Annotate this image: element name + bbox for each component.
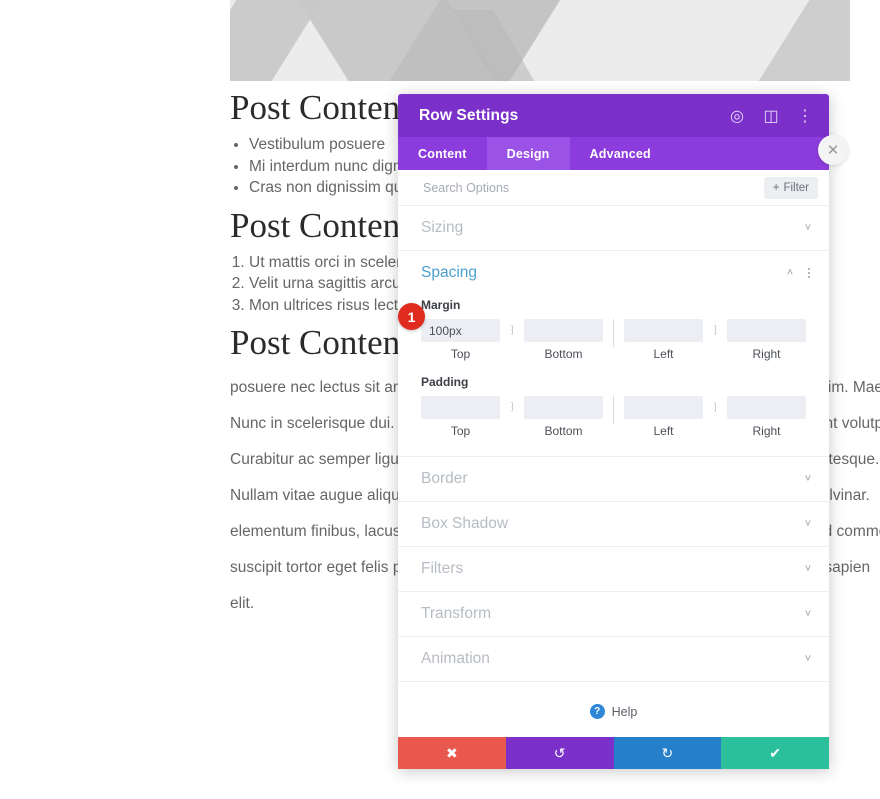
step-badge: 1 [398, 303, 425, 330]
section-border-label: Border [421, 470, 468, 487]
modal-header-icons: ◎ ◫ ⋮ [726, 105, 816, 127]
screen: Post Content Vestibulum posuere Mi inter… [0, 0, 880, 799]
modal-body: Sizing ˅ Spacing ˄ Margin 100px Top ⁆ Bo… [398, 206, 829, 737]
hero-placeholder-image [230, 0, 850, 81]
tab-design[interactable]: Design [486, 137, 570, 170]
margin-left-input[interactable] [624, 319, 703, 342]
link-toggle-icon[interactable]: ⁆ [703, 396, 727, 419]
padding-field-group: Top ⁆ Bottom Left ⁆ Right [421, 396, 806, 438]
padding-bottom-label: Bottom [544, 424, 583, 438]
field-divider [613, 319, 614, 347]
padding-left-label: Left [653, 424, 674, 438]
cancel-button[interactable]: ✖ [398, 737, 506, 769]
section-spacing-label: Spacing [421, 264, 478, 281]
spacing-fields: Margin Top ⁆ Bottom [398, 298, 829, 456]
section-animation-label: Animation [421, 650, 490, 667]
search-bar: + Filter [398, 170, 829, 206]
search-input[interactable] [421, 179, 764, 196]
chevron-down-icon[interactable]: ˅ [800, 563, 816, 575]
plus-icon: + [772, 181, 780, 194]
section-animation: Animation ˅ [398, 637, 829, 682]
section-sizing-header[interactable]: Sizing ˅ [398, 206, 829, 250]
padding-bottom-input[interactable] [524, 396, 603, 419]
padding-top-label: Top [450, 424, 471, 438]
padding-top-field-wrap: Top [421, 396, 500, 438]
link-toggle-icon[interactable]: ⁆ [500, 396, 524, 419]
margin-top-label: Top [450, 347, 471, 361]
section-spacing-header[interactable]: Spacing ˄ [398, 251, 829, 295]
padding-bottom-field-wrap: Bottom [524, 396, 603, 438]
chevron-down-icon[interactable]: ˅ [800, 518, 816, 530]
help-label: Help [611, 704, 638, 719]
modal-header: Row Settings ◎ ◫ ⋮ [398, 94, 829, 137]
modal-tabs: Content Design Advanced [398, 137, 829, 170]
margin-right-field-wrap: Right [727, 319, 806, 361]
chevron-down-icon[interactable]: ˅ [800, 608, 816, 620]
padding-group-label: Padding [421, 375, 469, 389]
modal-footer: ✖ ↺ ↻ ✔ [398, 737, 829, 769]
overflow-menu-icon[interactable]: ⋮ [794, 105, 816, 127]
redo-button[interactable]: ↻ [613, 737, 722, 769]
link-toggle-icon[interactable]: ⁆ [500, 319, 524, 342]
padding-top-input[interactable] [421, 396, 500, 419]
save-button[interactable]: ✔ [721, 737, 829, 769]
filter-button[interactable]: + Filter [763, 176, 818, 199]
margin-bottom-input[interactable] [524, 319, 603, 342]
margin-group-label: Margin [421, 298, 461, 312]
chevron-down-icon[interactable]: ˅ [800, 473, 816, 485]
padding-right-input[interactable] [727, 396, 806, 419]
section-sizing: Sizing ˅ [398, 206, 829, 251]
link-toggle-icon[interactable]: ⁆ [703, 319, 727, 342]
section-spacing-overflow-icon[interactable] [802, 267, 816, 279]
section-filters-label: Filters [421, 560, 464, 577]
margin-right-label: Right [752, 347, 781, 361]
section-transform-header[interactable]: Transform ˅ [398, 592, 829, 636]
undo-button[interactable]: ↺ [505, 737, 614, 769]
margin-bottom-label: Bottom [544, 347, 583, 361]
chevron-down-icon[interactable]: ˅ [800, 653, 816, 665]
section-sizing-label: Sizing [421, 219, 464, 236]
section-filters: Filters ˅ [398, 547, 829, 592]
margin-field-group: Top ⁆ Bottom Left [421, 319, 806, 361]
margin-top-field-wrap: Top [421, 319, 500, 361]
help-icon: ? [589, 704, 605, 719]
padding-right-field-wrap: Right [727, 396, 806, 438]
section-spacing: Spacing ˄ Margin 100px Top ⁆ Bottom Left… [398, 251, 829, 457]
padding-left-input[interactable] [624, 396, 703, 419]
margin-right-input[interactable] [727, 319, 806, 342]
tab-content[interactable]: Content [398, 137, 487, 170]
split-view-icon[interactable]: ◫ [760, 105, 782, 127]
row-settings-modal: Row Settings ◎ ◫ ⋮ Content Design Advanc… [398, 94, 829, 769]
close-icon[interactable]: ✕ [818, 135, 848, 165]
chevron-up-icon[interactable]: ˄ [782, 267, 798, 279]
filter-button-label: Filter [783, 181, 809, 194]
margin-left-field-wrap: Left [624, 319, 703, 361]
section-filters-header[interactable]: Filters ˅ [398, 547, 829, 591]
hero-shape [743, 0, 850, 81]
section-box-shadow-label: Box Shadow [421, 515, 509, 532]
section-transform: Transform ˅ [398, 592, 829, 637]
section-transform-label: Transform [421, 605, 492, 622]
section-box-shadow: Box Shadow ˅ [398, 502, 829, 547]
modal-title: Row Settings [419, 106, 519, 124]
help-row[interactable]: ? Help [398, 682, 829, 719]
margin-top-input[interactable] [421, 319, 500, 342]
padding-right-label: Right [752, 424, 781, 438]
section-border-header[interactable]: Border ˅ [398, 457, 829, 501]
focus-icon[interactable]: ◎ [726, 105, 748, 127]
section-animation-header[interactable]: Animation ˅ [398, 637, 829, 681]
padding-left-field-wrap: Left [624, 396, 703, 438]
tab-advanced[interactable]: Advanced [570, 137, 671, 170]
section-box-shadow-header[interactable]: Box Shadow ˅ [398, 502, 829, 546]
margin-left-label: Left [653, 347, 674, 361]
margin-bottom-field-wrap: Bottom [524, 319, 603, 361]
section-border: Border ˅ [398, 457, 829, 502]
field-divider [613, 396, 614, 424]
chevron-down-icon[interactable]: ˅ [800, 222, 816, 234]
